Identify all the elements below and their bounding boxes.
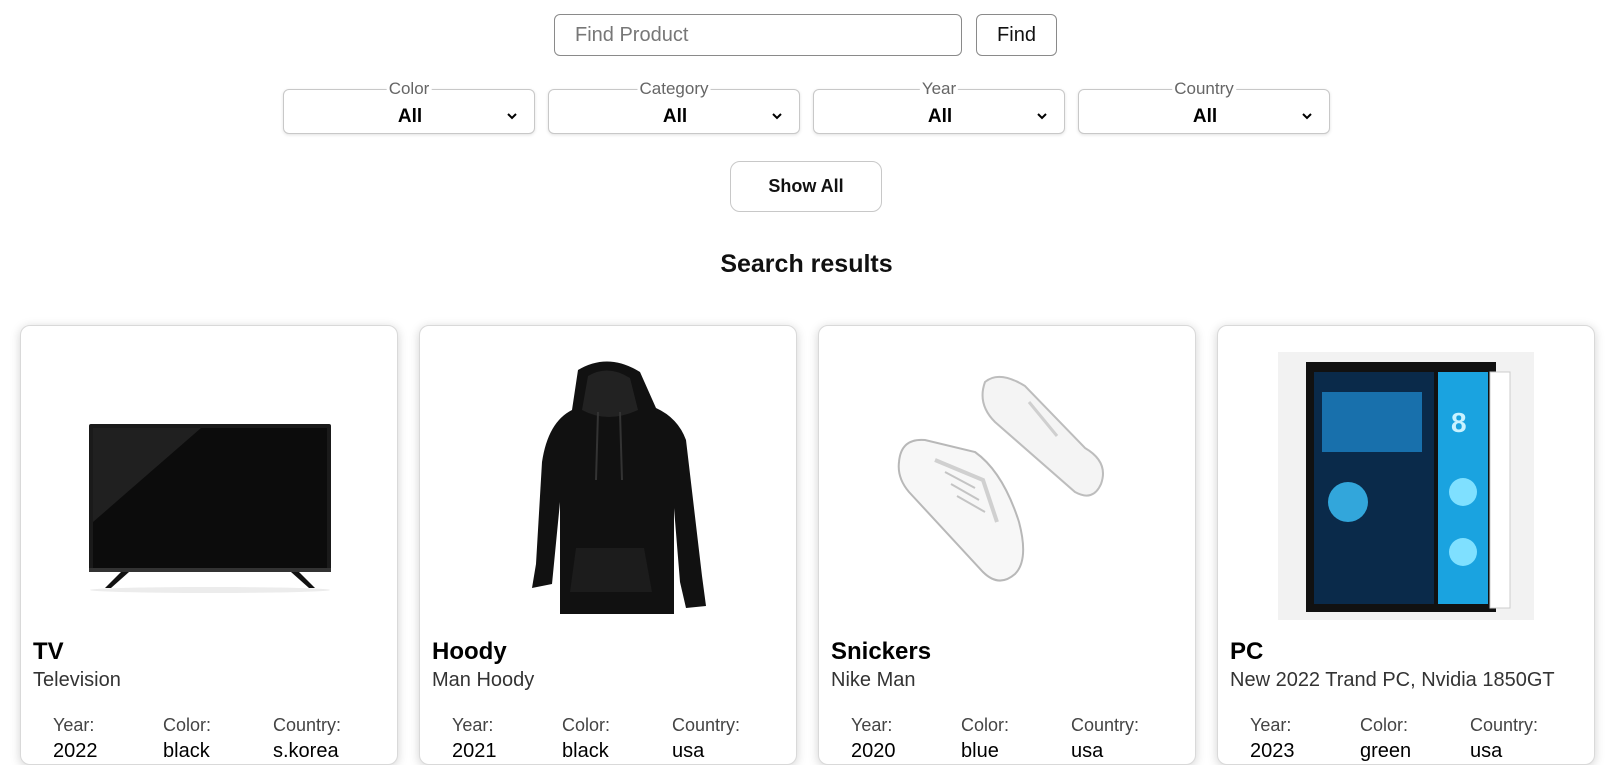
category-filter-value: All (662, 106, 688, 127)
country-label: Country: (1071, 715, 1140, 735)
sneakers-image (897, 375, 1104, 582)
product-list: TV Television Year: 2022 Color: black Co… (20, 325, 1595, 765)
product-description: Television (33, 669, 121, 691)
color-value: green (1360, 740, 1412, 762)
year-value: 2020 (851, 740, 896, 762)
color-filter-value: All (397, 106, 423, 127)
chevron-down-icon (1302, 113, 1312, 120)
product-card[interactable]: Hoody Man Hoody Year: 2021 Color: black … (419, 325, 797, 765)
product-card[interactable]: 8 PC New 2022 Trand PC, Nvidia 1850GT Ye… (1217, 325, 1595, 765)
search-input[interactable] (554, 14, 962, 56)
year-value: 2021 (452, 740, 497, 762)
chevron-down-icon (772, 113, 782, 120)
country-filter[interactable]: All Country (1078, 80, 1330, 134)
country-label: Country: (672, 715, 741, 735)
product-name: Hoody (432, 638, 507, 665)
country-value: usa (1470, 740, 1503, 762)
product-meta: Year: 2021 Color: black Country: usa (452, 715, 782, 763)
color-label: Color: (961, 715, 1010, 735)
color-label: Color: (562, 715, 611, 735)
year-label: Year: (851, 715, 893, 735)
country-label: Country: (1470, 715, 1539, 735)
show-all-button[interactable]: Show All (730, 161, 882, 212)
country-value: usa (1071, 740, 1104, 762)
color-filter[interactable]: All Color (283, 80, 535, 134)
svg-text:8: 8 (1451, 407, 1467, 438)
pc-image: 8 (1278, 352, 1534, 620)
filter-bar: All Color All Category All Year All Coun… (283, 80, 1330, 134)
search-bar: Find (554, 14, 1057, 56)
product-name: TV (33, 638, 64, 665)
hoody-image (532, 361, 706, 614)
color-value: black (562, 740, 609, 762)
color-value: black (163, 740, 210, 762)
product-name: PC (1230, 638, 1264, 665)
color-label: Color: (163, 715, 212, 735)
product-description: Nike Man (831, 669, 916, 691)
year-filter[interactable]: All Year (813, 80, 1065, 134)
country-label: Country: (273, 715, 342, 735)
product-description: New 2022 Trand PC, Nvidia 1850GT (1230, 669, 1555, 691)
year-value: 2022 (53, 740, 98, 762)
country-filter-label: Country (1172, 79, 1236, 98)
product-meta: Year: 2020 Color: blue Country: usa (851, 715, 1181, 763)
year-filter-label: Year (919, 79, 959, 98)
country-filter-value: All (1192, 106, 1218, 127)
year-label: Year: (1250, 715, 1292, 735)
product-meta: Year: 2022 Color: black Country: s.korea (53, 715, 383, 763)
product-name: Snickers (831, 638, 932, 665)
product-description: Man Hoody (432, 669, 535, 691)
color-label: Color: (1360, 715, 1409, 735)
find-button[interactable]: Find (976, 14, 1057, 56)
year-filter-value: All (927, 106, 953, 127)
country-value: s.korea (273, 740, 339, 762)
product-meta: Year: 2023 Color: green Country: usa (1250, 715, 1580, 763)
color-value: blue (961, 740, 999, 762)
year-label: Year: (53, 715, 95, 735)
country-value: usa (672, 740, 705, 762)
category-filter[interactable]: All Category (548, 80, 800, 134)
year-label: Year: (452, 715, 494, 735)
category-filter-label: Category (637, 79, 711, 98)
color-filter-label: Color (386, 79, 432, 98)
chevron-down-icon (507, 113, 517, 120)
year-value: 2023 (1250, 740, 1295, 762)
tv-image (89, 424, 331, 593)
product-card[interactable]: Snickers Nike Man Year: 2020 Color: blue… (818, 325, 1196, 765)
results-title: Search results (720, 250, 893, 278)
product-card[interactable]: TV Television Year: 2022 Color: black Co… (20, 325, 398, 765)
chevron-down-icon (1037, 113, 1047, 120)
